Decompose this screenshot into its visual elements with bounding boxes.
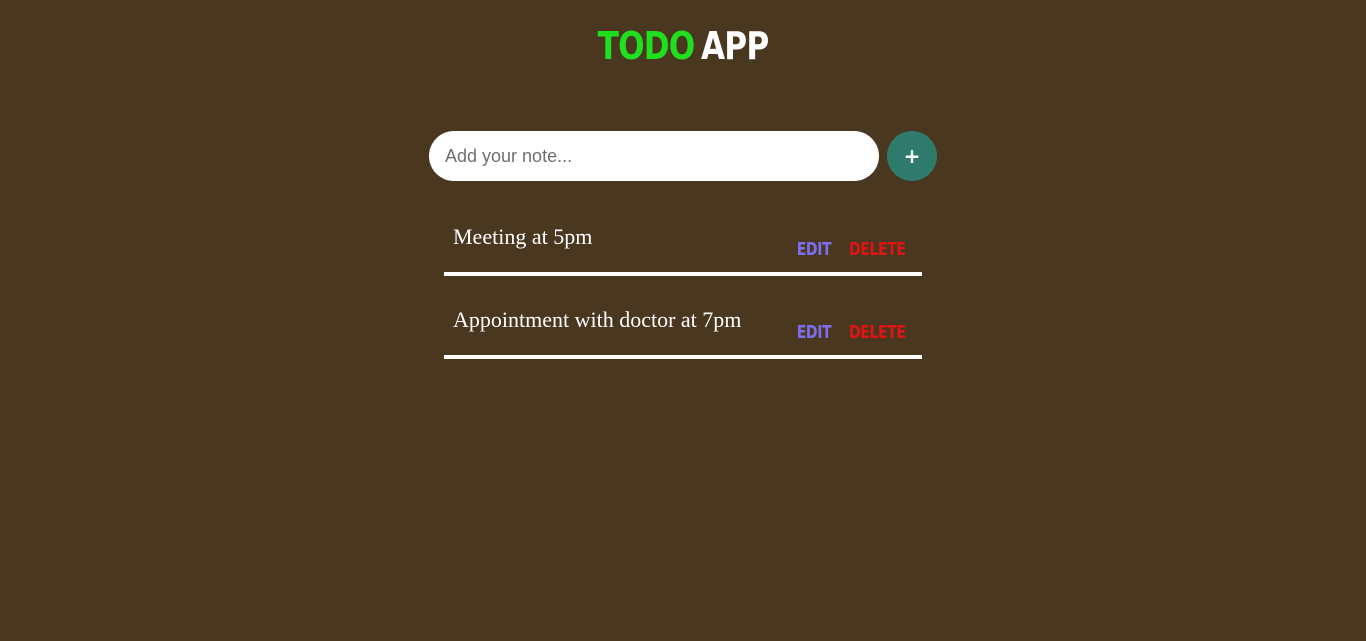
edit-button[interactable]: EDIT	[797, 239, 832, 260]
todo-text: Appointment with doctor at 7pm	[453, 307, 742, 332]
add-note-row: +	[429, 131, 937, 181]
delete-button[interactable]: DELETE	[849, 322, 906, 343]
delete-button[interactable]: DELETE	[849, 239, 906, 260]
edit-button[interactable]: EDIT	[797, 322, 832, 343]
todo-actions: EDIT DELETE	[787, 236, 906, 262]
page-title: TODO APP	[123, 22, 1243, 70]
note-input[interactable]	[429, 131, 879, 181]
todo-actions: EDIT DELETE	[787, 319, 906, 345]
todo-list: Meeting at 5pm EDIT DELETE Appointment w…	[444, 214, 922, 380]
todo-text: Meeting at 5pm	[453, 224, 593, 249]
todo-item: Meeting at 5pm EDIT DELETE	[444, 214, 922, 276]
title-word-todo: TODO	[597, 24, 696, 68]
title-word-app: APP	[701, 24, 769, 68]
add-note-button[interactable]: +	[887, 131, 937, 181]
todo-app: TODOAPP + Meeting at 5pm EDIT DELETE App…	[0, 0, 1366, 641]
todo-item: Appointment with doctor at 7pm EDIT DELE…	[444, 297, 922, 359]
